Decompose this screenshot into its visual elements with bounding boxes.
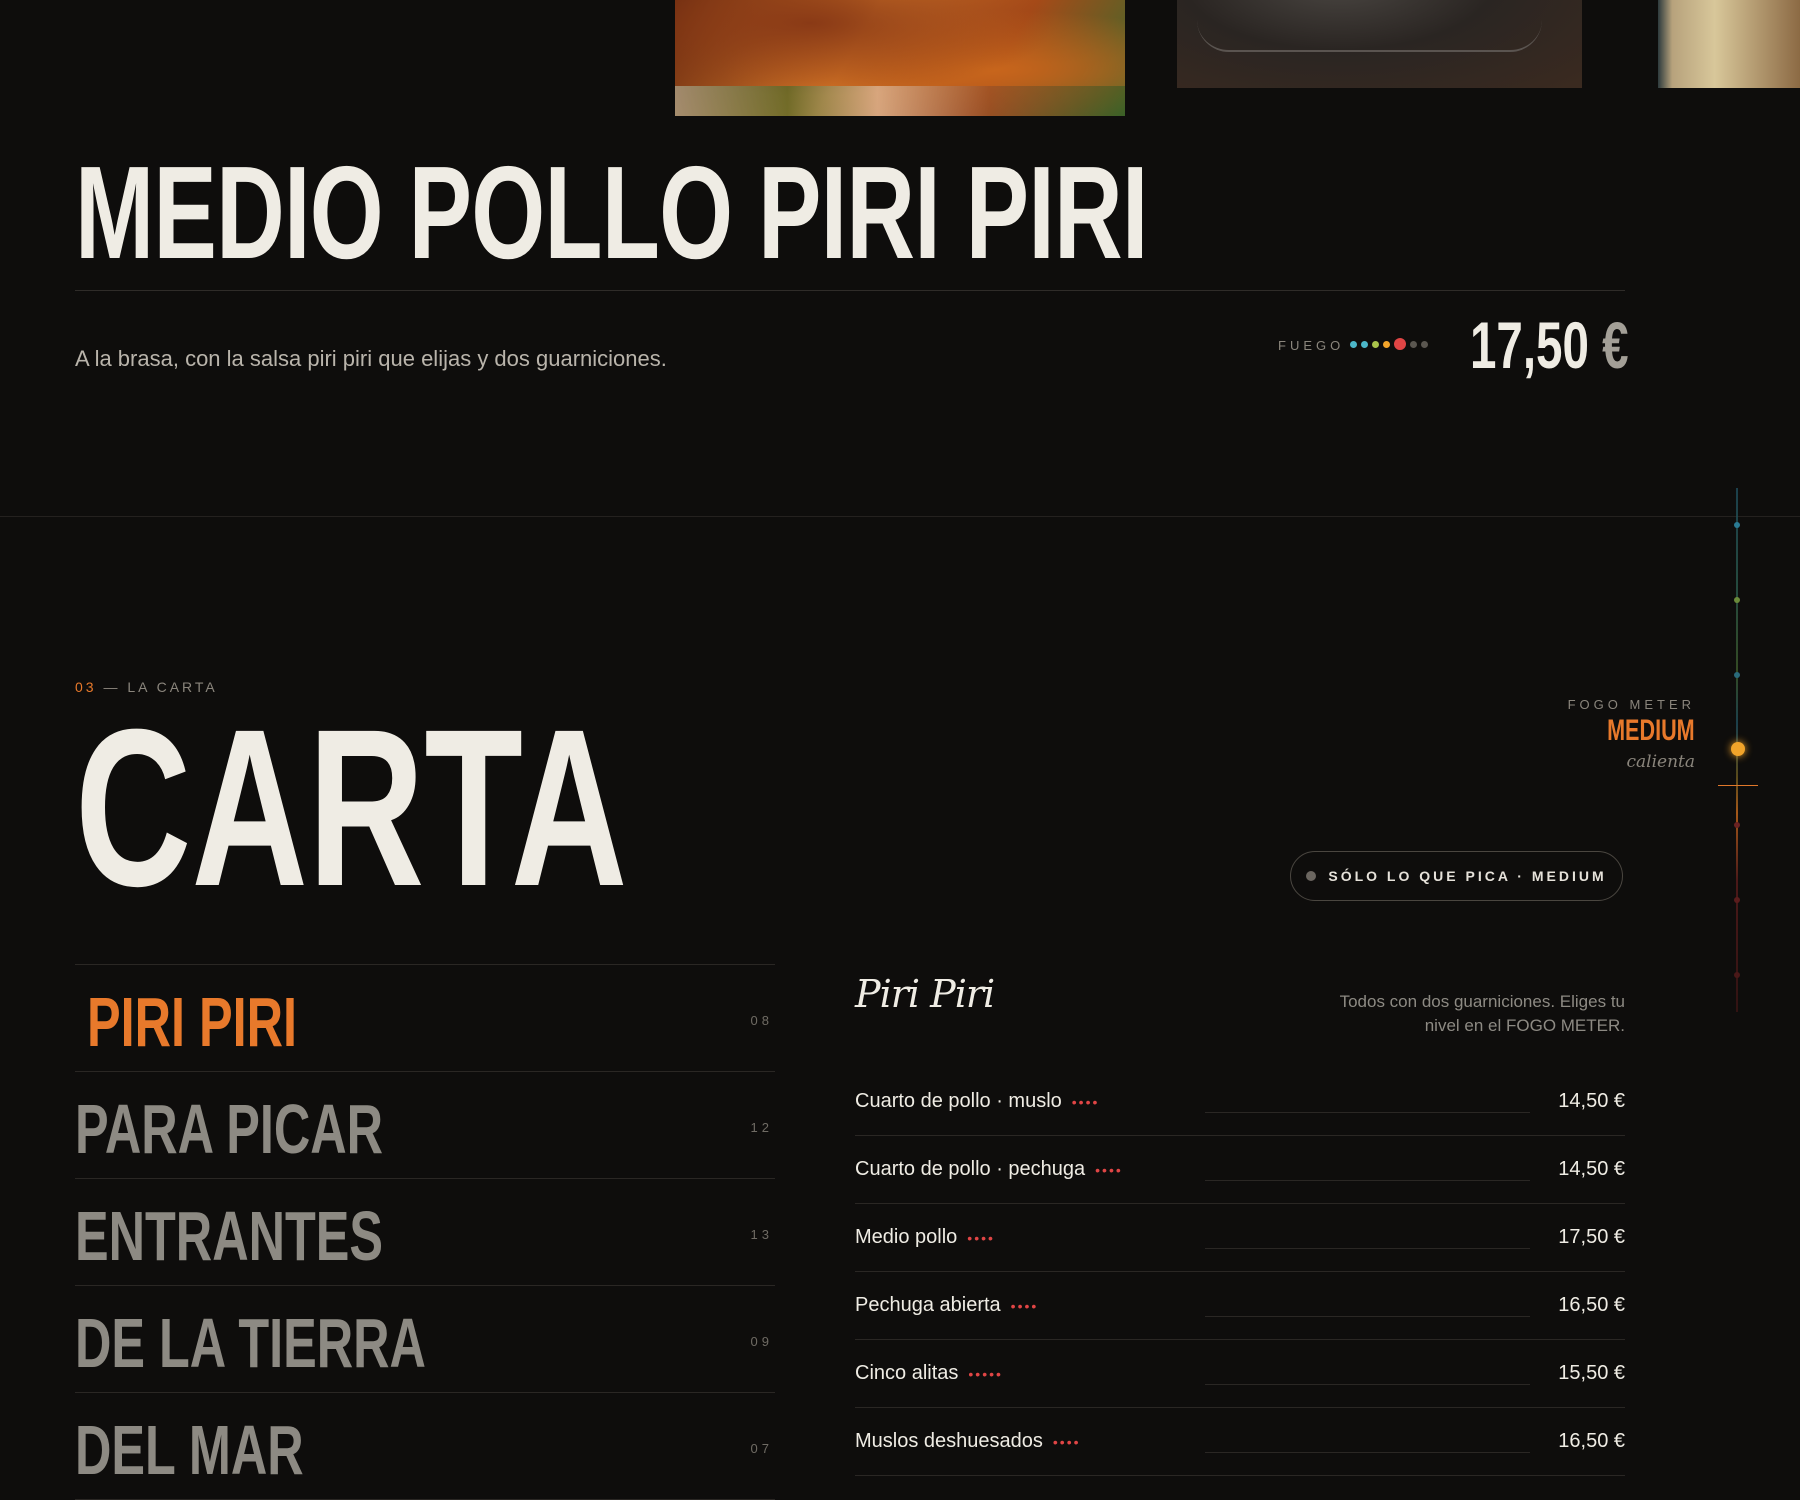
fogo-meter-tick [1734, 897, 1740, 903]
heat-dots-icon: •••• [1052, 1433, 1081, 1450]
menu-item[interactable]: Pechuga abierta •••• 16,50 € [855, 1272, 1625, 1340]
fuego-dot [1421, 340, 1428, 348]
fogo-meter-level: MEDIUM [1607, 714, 1695, 747]
leader-line [1205, 1248, 1530, 1249]
category-count: 13 [750, 1227, 773, 1242]
menu-item[interactable]: Cuarto de pollo · pechuga •••• 14,50 € [855, 1136, 1625, 1204]
heat-dots-icon: ••••• [968, 1365, 1003, 1382]
fuego-dot [1394, 338, 1406, 350]
category-count: 09 [750, 1334, 773, 1349]
section-title: CARTA [75, 683, 628, 933]
fogo-meter-label: FOGO METER [1567, 697, 1695, 712]
menu-item-name: Cuarto de pollo · muslo [855, 1090, 1062, 1112]
category-name: ENTRANTES [75, 1197, 384, 1275]
menu-item-price: 16,50 € [1558, 1294, 1625, 1316]
category-name: DE LA TIERRA [75, 1304, 426, 1382]
toggle-dot-icon [1306, 871, 1317, 881]
fuego-dot [1383, 340, 1390, 348]
category-name: PARA PICAR [75, 1090, 384, 1168]
menu-item-name: Cinco alitas [855, 1362, 959, 1384]
category-item-entrantes[interactable]: ENTRANTES 13 [75, 1178, 775, 1285]
fuego-label: FUEGO [1278, 338, 1345, 353]
spicy-filter-button[interactable]: SÓLO LO QUE PICA · MEDIUM [1290, 851, 1623, 901]
menu-item-price: 17,50 € [1558, 1226, 1625, 1248]
menu-item-name: Cuarto de pollo · pechuga [855, 1158, 1086, 1180]
menu-item-price: 14,50 € [1558, 1158, 1625, 1180]
fuego-dot [1372, 340, 1379, 348]
featured-dish-description: A la brasa, con la salsa piri piri que e… [75, 346, 667, 371]
featured-dish-price: 17,50 € [1470, 308, 1629, 382]
fuego-dot [1350, 340, 1357, 348]
menu-item-list: Cuarto de pollo · muslo •••• 14,50 € Cua… [855, 1068, 1625, 1476]
category-count: 08 [750, 1013, 773, 1028]
leader-line [1205, 1112, 1530, 1113]
fogo-meter-handle[interactable] [1731, 742, 1745, 756]
category-item-de-la-tierra[interactable]: DE LA TIERRA 09 [75, 1285, 775, 1392]
fogo-meter-sublabel: calienta [1626, 752, 1695, 772]
menu-item-price: 15,50 € [1558, 1362, 1625, 1384]
divider [75, 290, 1625, 291]
category-count: 12 [750, 1120, 773, 1135]
leader-line [1205, 1180, 1530, 1181]
fogo-meter-tick [1734, 822, 1740, 828]
fuego-dot [1361, 340, 1368, 348]
menu-item-name: Muslos deshuesados [855, 1430, 1043, 1452]
heat-dots-icon: •••• [1010, 1297, 1039, 1314]
category-count: 07 [750, 1441, 773, 1456]
menu-category-heading: Piri Piri [855, 972, 995, 1016]
heat-dots-icon: •••• [1095, 1161, 1123, 1178]
fuego-heat-indicator [1350, 338, 1428, 350]
fogo-meter-tick [1734, 522, 1740, 528]
fogo-meter-tick [1734, 597, 1740, 603]
section-divider [0, 516, 1800, 517]
category-name: PIRI PIRI [87, 983, 298, 1061]
menu-item[interactable]: Cinco alitas ••••• 15,50 € [855, 1340, 1625, 1408]
category-list: PIRI PIRI 08 PARA PICAR 12 ENTRANTES 13 … [75, 964, 775, 1500]
category-item-del-mar[interactable]: DEL MAR 07 [75, 1392, 775, 1500]
menu-item-price: 14,50 € [1558, 1090, 1625, 1112]
heat-dots-icon: •••• [967, 1229, 995, 1246]
menu-category-note: Todos con dos guarniciones. Eliges tu ni… [1339, 992, 1625, 1035]
featured-dish-title: MEDIO POLLO PIRI PIRI [75, 139, 1148, 286]
menu-item-name: Pechuga abierta [855, 1294, 1001, 1316]
category-item-piri-piri[interactable]: PIRI PIRI 08 [75, 964, 775, 1071]
menu-item-price: 16,50 € [1558, 1430, 1625, 1452]
fogo-meter-marker [1718, 785, 1758, 786]
leader-line [1205, 1384, 1530, 1385]
dish-photo-plate[interactable] [1177, 0, 1582, 88]
fogo-meter-tick [1734, 972, 1740, 978]
menu-item-name: Medio pollo [855, 1226, 958, 1248]
leader-line [1205, 1316, 1530, 1317]
menu-item[interactable]: Medio pollo •••• 17,50 € [855, 1204, 1625, 1272]
dish-photo-chicken[interactable] [675, 0, 1125, 116]
fogo-meter-tick [1734, 672, 1740, 678]
menu-item[interactable]: Muslos deshuesados •••• 16,50 € [855, 1408, 1625, 1476]
menu-item[interactable]: Cuarto de pollo · muslo •••• 14,50 € [855, 1068, 1625, 1136]
fuego-dot [1410, 340, 1417, 348]
spicy-filter-label: SÓLO LO QUE PICA · MEDIUM [1328, 868, 1607, 884]
leader-line [1205, 1452, 1530, 1453]
dish-photo-side[interactable] [1658, 0, 1800, 88]
category-item-para-picar[interactable]: PARA PICAR 12 [75, 1071, 775, 1178]
category-name: DEL MAR [75, 1411, 304, 1489]
heat-dots-icon: •••• [1071, 1093, 1100, 1110]
